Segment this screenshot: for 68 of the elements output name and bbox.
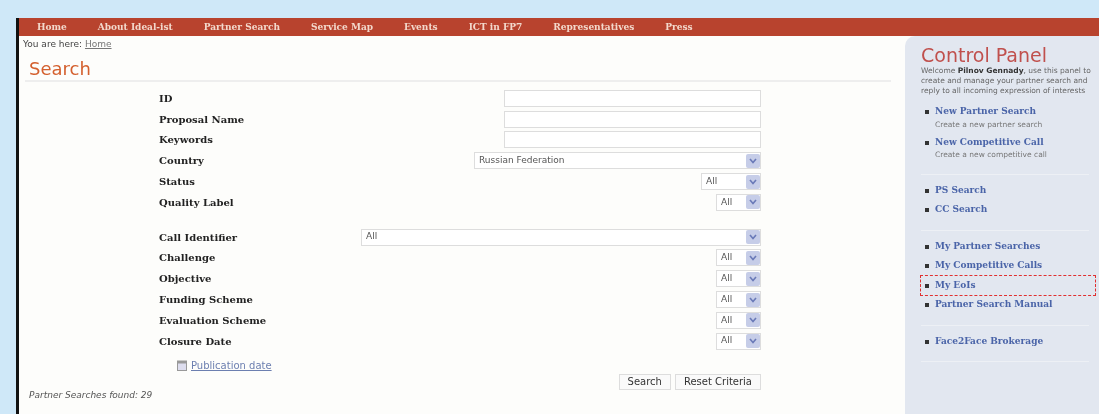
field-label: Quality Label	[158, 195, 235, 210]
chevron-down-icon	[749, 317, 757, 324]
chevron-down-icon	[749, 275, 757, 282]
field-label: Proposal Name	[158, 112, 246, 127]
chevron-down-icon	[749, 199, 757, 206]
input-field[interactable]	[504, 131, 761, 149]
panel-link[interactable]: PS Search	[935, 183, 987, 197]
bullet-icon	[925, 188, 929, 193]
sort-link[interactable]: Publication date	[191, 358, 272, 374]
nav-link[interactable]: Partner Search	[185, 18, 293, 36]
field-label: Evaluation Scheme	[158, 313, 268, 328]
bullet-icon	[925, 283, 929, 288]
nav-link[interactable]: ICT in FP7	[450, 18, 536, 36]
bullet-icon	[925, 303, 929, 307]
input-field[interactable]	[504, 110, 761, 128]
section-title: Search	[29, 58, 92, 80]
nav-link[interactable]: About Ideal-ist	[79, 18, 186, 36]
nav-link[interactable]: Home	[19, 18, 80, 36]
bullet-icon	[925, 140, 929, 145]
dropdown[interactable]: All	[716, 249, 761, 267]
form-button[interactable]: Reset Criteria	[674, 373, 761, 390]
chevron-down-icon	[749, 178, 757, 185]
dropdown[interactable]: All	[716, 332, 761, 350]
dropdown[interactable]: All	[716, 291, 761, 309]
nav-link[interactable]: Press	[647, 18, 706, 36]
chevron-down-icon	[749, 254, 757, 261]
breadcrumb-link[interactable]: Home	[84, 39, 112, 49]
panel-link[interactable]: Partner Search Manual	[935, 298, 1053, 312]
chevron-down-icon	[749, 234, 757, 241]
panel-link[interactable]: My EoIs	[935, 278, 976, 292]
calendar-icon	[177, 360, 187, 372]
field-label: Challenge	[158, 251, 217, 266]
panel-link[interactable]: Face2Face Brokerage	[935, 334, 1044, 348]
field-label: Call Identifier	[158, 230, 239, 245]
dropdown[interactable]: All	[716, 270, 761, 288]
field-label: Status	[158, 175, 196, 190]
dropdown[interactable]: All	[716, 193, 761, 211]
field-label: Keywords	[158, 133, 214, 148]
dropdown[interactable]: All	[361, 228, 761, 246]
results-count: Partner Searches found: 29	[28, 389, 154, 401]
chevron-down-icon	[749, 296, 757, 303]
dropdown[interactable]: All	[716, 311, 761, 329]
bullet-icon	[925, 339, 929, 344]
form-button[interactable]: Search	[618, 373, 671, 390]
panel-title: Control Panel	[921, 44, 1048, 66]
nav-link[interactable]: Service Map	[293, 18, 387, 36]
field-label: Country	[158, 154, 205, 169]
field-label: ID	[158, 91, 174, 106]
chevron-down-icon	[749, 338, 757, 345]
nav-link[interactable]: Events	[386, 18, 451, 36]
dropdown[interactable]: Russian Federation	[474, 152, 761, 170]
bullet-icon	[925, 244, 929, 249]
panel-link[interactable]: CC Search	[935, 203, 988, 217]
panel-link[interactable]: New Partner Search	[935, 105, 1043, 119]
input-field[interactable]	[504, 89, 761, 107]
bullet-icon	[925, 208, 929, 212]
panel-link[interactable]: New Competitive Call	[935, 135, 1047, 150]
field-label: Closure Date	[158, 334, 233, 349]
bullet-icon	[925, 264, 929, 268]
panel-link[interactable]: My Partner Searches	[935, 239, 1041, 253]
field-label: Objective	[158, 272, 213, 287]
panel-link[interactable]: My Competitive Calls	[935, 259, 1043, 273]
dropdown[interactable]: All	[701, 173, 761, 191]
chevron-down-icon	[749, 157, 757, 164]
breadcrumb-label: You are here:	[23, 39, 84, 49]
field-label: Funding Scheme	[158, 293, 254, 308]
nav-link[interactable]: Representatives	[535, 18, 648, 36]
bullet-icon	[925, 110, 929, 114]
